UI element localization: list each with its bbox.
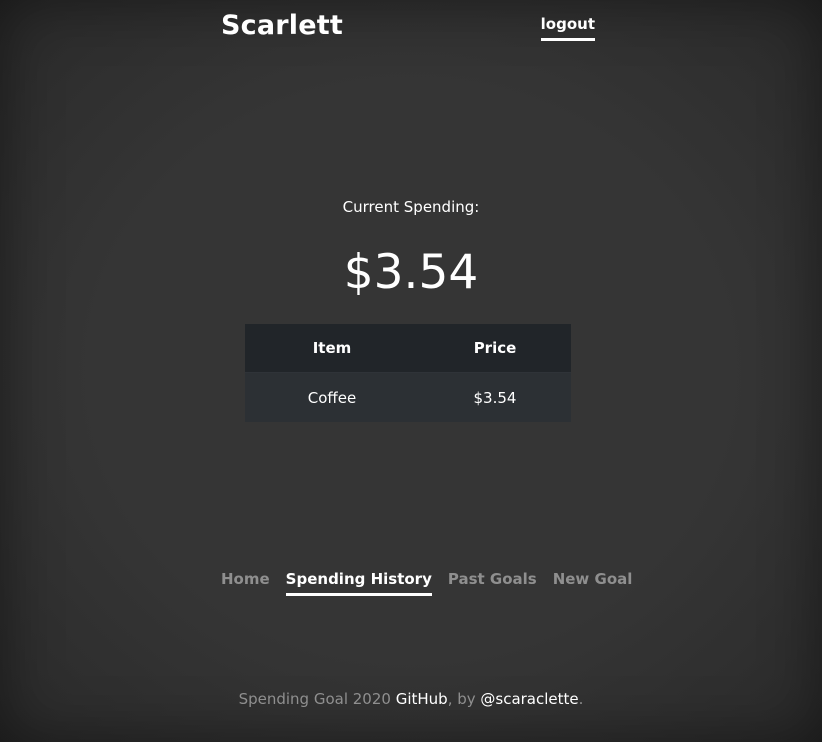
- tab-spending-history[interactable]: Spending History: [285, 570, 432, 596]
- current-spending-amount: $3.54: [343, 245, 479, 300]
- bottom-nav: Home Spending History Past Goals New Goa…: [221, 570, 632, 596]
- footer-suffix: .: [578, 690, 584, 708]
- cell-price: $3.54: [419, 372, 571, 422]
- header: Scarlett logout: [221, 10, 595, 46]
- tab-new-goal[interactable]: New Goal: [553, 570, 633, 596]
- spending-table: Item Price Coffee $3.54: [245, 324, 571, 422]
- logout-link[interactable]: logout: [540, 15, 595, 41]
- footer: Spending Goal 2020 GitHub, by @scaraclet…: [0, 690, 822, 708]
- github-link[interactable]: GitHub: [396, 690, 448, 708]
- table-header-row: Item Price: [245, 324, 571, 373]
- footer-middle: , by: [447, 690, 481, 708]
- column-header-item: Item: [245, 324, 419, 373]
- tab-home[interactable]: Home: [221, 570, 270, 596]
- author-link[interactable]: @scaraclette: [480, 690, 578, 708]
- table-row: Coffee $3.54: [245, 372, 571, 422]
- footer-prefix: Spending Goal 2020: [238, 690, 396, 708]
- column-header-price: Price: [419, 324, 571, 373]
- cell-item: Coffee: [245, 372, 419, 422]
- brand-title[interactable]: Scarlett: [221, 10, 343, 41]
- tab-past-goals[interactable]: Past Goals: [448, 570, 537, 596]
- current-spending-label: Current Spending:: [342, 198, 480, 216]
